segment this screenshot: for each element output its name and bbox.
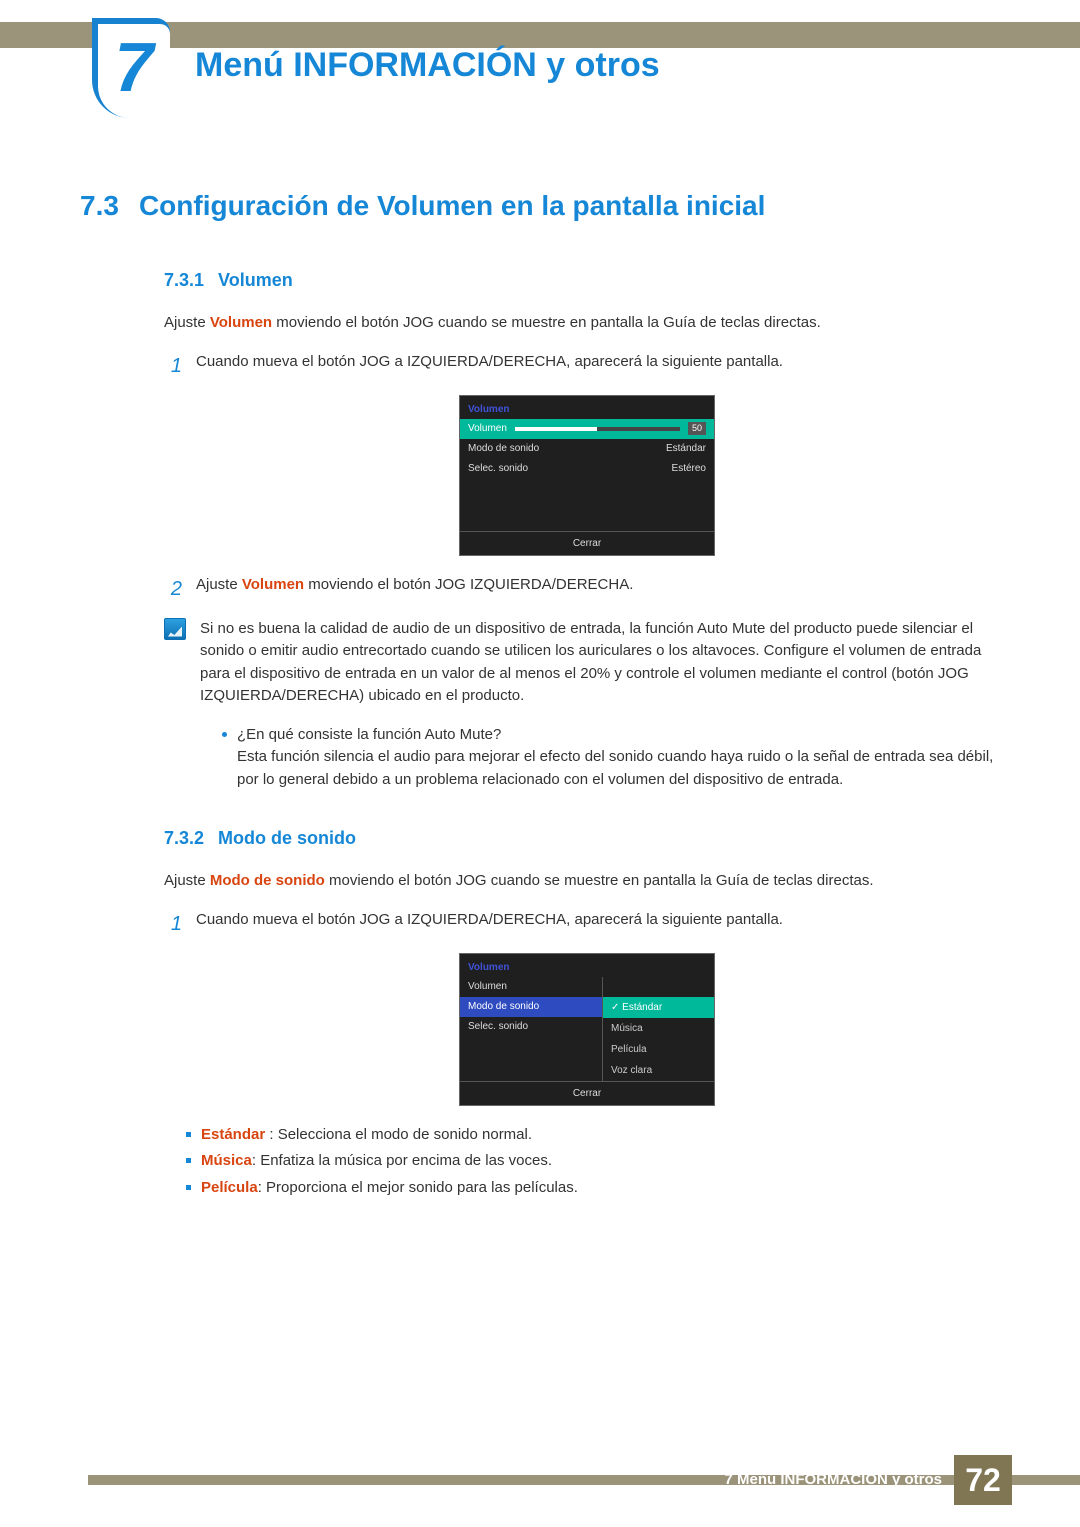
section-number: 7.3 (80, 185, 119, 227)
bullet-icon (186, 1132, 191, 1137)
osd-soundmode-screenshot: Volumen Volumen Modo de sonido Selec. so… (459, 953, 715, 1106)
osd-close: Cerrar (460, 1081, 714, 1105)
chapter-number: 7 (115, 15, 154, 120)
step-text: Ajuste Volumen moviendo el botón JOG IZQ… (196, 574, 1010, 597)
section-title: Configuración de Volumen en la pantalla … (139, 185, 765, 227)
note-body: Si no es buena la calidad de audio de un… (200, 618, 1010, 796)
osd-row: Selec. sonido (460, 1017, 602, 1037)
osd-title: Volumen (460, 954, 714, 977)
page-number: 72 (954, 1455, 1012, 1505)
subsection-number: 7.3.1 (164, 267, 204, 294)
osd-option: Película (603, 1039, 714, 1060)
osd-row-soundselect: Selec. sonido Estéreo (460, 459, 714, 479)
subsection-title: Modo de sonido (218, 825, 356, 852)
bullet-icon (222, 732, 227, 737)
paragraph: Ajuste Volumen moviendo el botón JOG cua… (164, 312, 1010, 335)
bullet-icon (186, 1185, 191, 1190)
step-number: 1 (164, 909, 182, 939)
osd-submenu: Estándar Música Película Voz clara (602, 977, 714, 1081)
osd-row-volume: Volumen 50 (460, 419, 714, 439)
osd-option: Música (603, 1018, 714, 1039)
page-footer: 7 Menú INFORMACIÓN y otros 72 (0, 1455, 1080, 1505)
osd-title: Volumen (460, 396, 714, 419)
bullet-icon (186, 1158, 191, 1163)
osd-row-selected: Modo de sonido (460, 997, 602, 1017)
osd-option: Voz clara (603, 1060, 714, 1081)
osd-row-soundmode: Modo de sonido Estándar (460, 439, 714, 459)
osd-row: Volumen (460, 977, 602, 997)
step-text: Cuando mueva el botón JOG a IZQUIERDA/DE… (196, 909, 1010, 932)
osd-close: Cerrar (460, 531, 714, 555)
note-icon (164, 618, 186, 640)
osd-volume-screenshot: Volumen Volumen 50 Modo de sonido Estánd… (459, 395, 715, 556)
chapter-tab: 7 (92, 18, 170, 118)
osd-option-selected: Estándar (603, 997, 714, 1018)
step-text: Cuando mueva el botón JOG a IZQUIERDA/DE… (196, 351, 1010, 374)
footer-chapter-label: 7 Menú INFORMACIÓN y otros (724, 1469, 954, 1492)
chapter-title: Menú INFORMACIÓN y otros (195, 40, 660, 91)
subsection-title: Volumen (218, 267, 293, 294)
paragraph: Ajuste Modo de sonido moviendo el botón … (164, 870, 1010, 893)
step-number: 2 (164, 574, 182, 604)
subsection-number: 7.3.2 (164, 825, 204, 852)
step-number: 1 (164, 351, 182, 381)
